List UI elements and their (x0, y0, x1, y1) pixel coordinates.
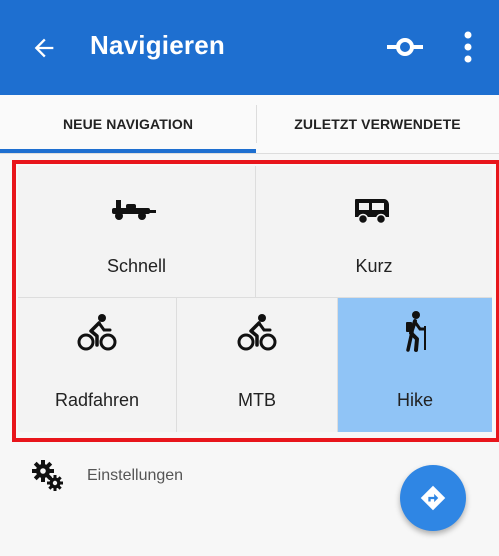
mountain-bike-icon (237, 314, 277, 351)
route-profile-grid: Schnell Kurz Radfahren MTB Hike (18, 166, 492, 432)
active-tab-indicator (0, 149, 256, 153)
profile-label: Schnell (106, 256, 167, 276)
hiker-icon (406, 311, 426, 352)
van-icon (355, 199, 389, 225)
cyclist-icon (77, 314, 117, 351)
tab-zuletzt-verwendete[interactable]: ZULETZT VERWENDETE (256, 95, 499, 153)
profile-label: Kurz (355, 256, 393, 276)
gears-icon (32, 460, 63, 491)
profile-schnell[interactable]: Schnell (18, 166, 256, 298)
tab-neue-navigation[interactable]: NEUE NAVIGATION (0, 95, 256, 153)
directions-icon (420, 485, 446, 511)
profile-radfahren[interactable]: Radfahren (18, 298, 177, 432)
start-navigation-fab[interactable] (400, 465, 466, 531)
profile-hike[interactable]: Hike (338, 298, 492, 432)
app-bar: Navigieren (0, 0, 499, 95)
profile-label: MTB (238, 390, 276, 410)
tab-bar: NEUE NAVIGATION ZULETZT VERWENDETE (0, 95, 499, 154)
profile-mtb[interactable]: MTB (177, 298, 338, 432)
settings-label: Einstellungen (87, 467, 184, 484)
more-vert-icon[interactable] (463, 31, 473, 63)
back-arrow-icon[interactable] (30, 34, 58, 62)
navigation-target-icon[interactable] (387, 33, 423, 61)
profile-kurz[interactable]: Kurz (256, 166, 492, 298)
profile-label: Radfahren (54, 390, 140, 410)
page-title: Navigieren (90, 30, 225, 60)
profile-label: Hike (396, 390, 433, 410)
race-car-icon (112, 200, 156, 220)
settings-row[interactable]: Einstellungen (30, 456, 183, 496)
